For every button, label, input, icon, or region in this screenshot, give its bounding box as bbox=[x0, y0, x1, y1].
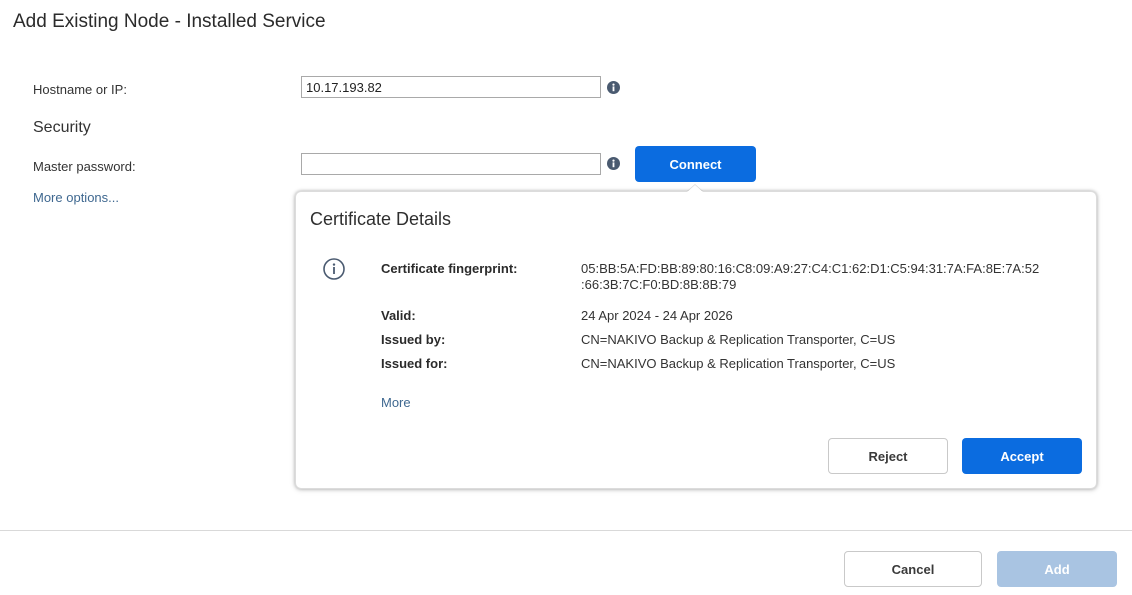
info-icon[interactable] bbox=[607, 81, 620, 94]
issued-by-label: Issued by: bbox=[381, 332, 446, 347]
valid-label: Valid: bbox=[381, 308, 416, 323]
popover-arrow bbox=[687, 185, 703, 192]
master-password-label: Master password: bbox=[33, 159, 136, 174]
issued-by-value: CN=NAKIVO Backup & Replication Transport… bbox=[581, 332, 896, 347]
connect-button[interactable]: Connect bbox=[635, 146, 756, 182]
add-button[interactable]: Add bbox=[997, 551, 1117, 587]
issued-for-label: Issued for: bbox=[381, 356, 448, 371]
info-outline-icon bbox=[323, 258, 345, 280]
footer-divider bbox=[0, 530, 1132, 531]
accept-button[interactable]: Accept bbox=[962, 438, 1082, 474]
reject-button[interactable]: Reject bbox=[828, 438, 948, 474]
fingerprint-value-line1: 05:BB:5A:FD:BB:89:80:16:C8:09:A9:27:C4:C… bbox=[581, 261, 1040, 276]
hostname-label: Hostname or IP: bbox=[33, 82, 127, 97]
valid-value: 24 Apr 2024 - 24 Apr 2026 bbox=[581, 308, 733, 323]
fingerprint-value-line2: :66:3B:7C:F0:BD:8B:8B:79 bbox=[581, 277, 737, 292]
hostname-input[interactable] bbox=[301, 76, 601, 98]
certificate-popover: Certificate Details Certificate fingerpr… bbox=[295, 191, 1097, 489]
fingerprint-label: Certificate fingerprint: bbox=[381, 261, 518, 276]
dialog-title: Add Existing Node - Installed Service bbox=[13, 11, 326, 32]
certificate-title: Certificate Details bbox=[310, 209, 452, 229]
info-icon[interactable] bbox=[607, 157, 620, 170]
security-heading: Security bbox=[33, 119, 91, 136]
master-password-input[interactable] bbox=[301, 153, 601, 175]
issued-for-value: CN=NAKIVO Backup & Replication Transport… bbox=[581, 356, 896, 371]
more-options-link[interactable]: More options... bbox=[33, 190, 119, 205]
cancel-button[interactable]: Cancel bbox=[844, 551, 982, 587]
certificate-more-link[interactable]: More bbox=[381, 395, 411, 410]
